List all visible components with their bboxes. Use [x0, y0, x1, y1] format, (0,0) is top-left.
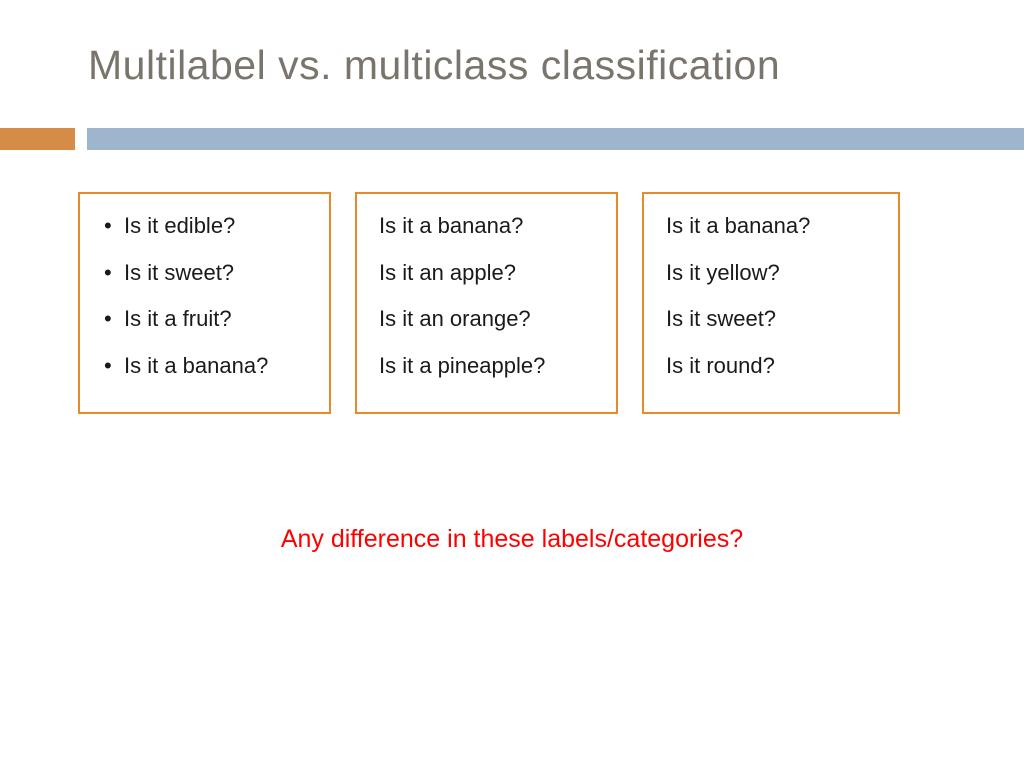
- list-item: Is it sweet?: [102, 259, 307, 288]
- list-item: Is it an apple?: [379, 259, 594, 288]
- list-item: Is it yellow?: [666, 259, 876, 288]
- list-item: Is it an orange?: [379, 305, 594, 334]
- box-left: Is it edible? Is it sweet? Is it a fruit…: [78, 192, 331, 414]
- box-middle-list: Is it a banana? Is it an apple? Is it an…: [379, 212, 594, 380]
- list-item: Is it a pineapple?: [379, 352, 594, 381]
- accent-band-orange: [0, 128, 75, 150]
- list-item: Is it round?: [666, 352, 876, 381]
- box-right-list: Is it a banana? Is it yellow? Is it swee…: [666, 212, 876, 380]
- list-item: Is it edible?: [102, 212, 307, 241]
- slide-title: Multilabel vs. multiclass classification: [88, 42, 780, 89]
- list-item: Is it a banana?: [666, 212, 876, 241]
- box-left-list: Is it edible? Is it sweet? Is it a fruit…: [102, 212, 307, 380]
- accent-band: [0, 128, 1024, 150]
- box-middle: Is it a banana? Is it an apple? Is it an…: [355, 192, 618, 414]
- list-item: Is it a banana?: [379, 212, 594, 241]
- list-item: Is it sweet?: [666, 305, 876, 334]
- boxes-row: Is it edible? Is it sweet? Is it a fruit…: [78, 192, 900, 414]
- list-item: Is it a banana?: [102, 352, 307, 381]
- accent-band-blue: [87, 128, 1024, 150]
- list-item: Is it a fruit?: [102, 305, 307, 334]
- question-text: Any difference in these labels/categorie…: [0, 525, 1024, 554]
- accent-band-gap: [75, 128, 87, 150]
- box-right: Is it a banana? Is it yellow? Is it swee…: [642, 192, 900, 414]
